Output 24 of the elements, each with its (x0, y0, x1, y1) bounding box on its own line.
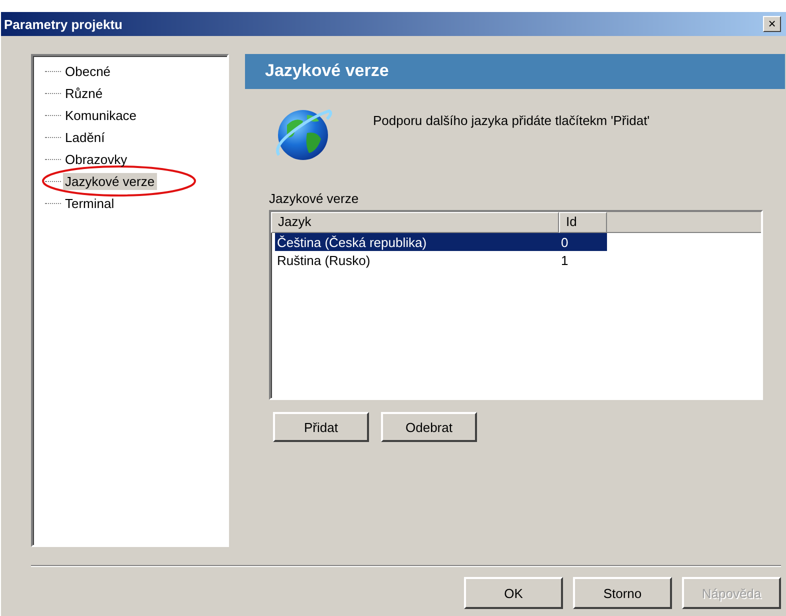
table-row[interactable]: Ruština (Rusko) 1 (275, 251, 607, 269)
tree-item[interactable]: Komunikace (63, 106, 139, 124)
action-button[interactable]: Odebrat (381, 412, 477, 442)
tree-item[interactable]: Různé (63, 84, 105, 102)
column-header[interactable]: Jazyk (271, 212, 559, 233)
close-button[interactable]: × (763, 16, 781, 32)
table-row[interactable]: Čeština (Česká republika) 0 (275, 233, 607, 251)
column-header[interactable]: Id (559, 212, 607, 233)
tree-item[interactable]: Obecné (63, 62, 113, 80)
table-cell-text: Čeština (Česká republika) (276, 234, 428, 250)
tree-item[interactable]: Jazykové verze (63, 172, 157, 190)
table-cell-text: 1 (560, 252, 570, 268)
list-label: Jazykové verze (269, 191, 359, 206)
dialog-button[interactable]: OK (464, 577, 563, 609)
tree-item[interactable]: Obrazovky (63, 150, 130, 168)
page-header: Jazykové verze (245, 54, 785, 89)
table-cell-text: Ruština (Rusko) (276, 252, 372, 268)
table-cell-text: 0 (560, 234, 570, 250)
dialog-button[interactable]: Storno (573, 577, 672, 609)
tree-item[interactable]: Ladění (63, 128, 107, 146)
tree-item[interactable]: Terminal (63, 194, 116, 212)
hint-text: Podporu dalšího jazyka přidáte tlačítekm 'Přidat' (373, 112, 650, 128)
window-title: Parametry projektu (4, 16, 122, 32)
action-button[interactable]: Přidat (273, 412, 369, 442)
